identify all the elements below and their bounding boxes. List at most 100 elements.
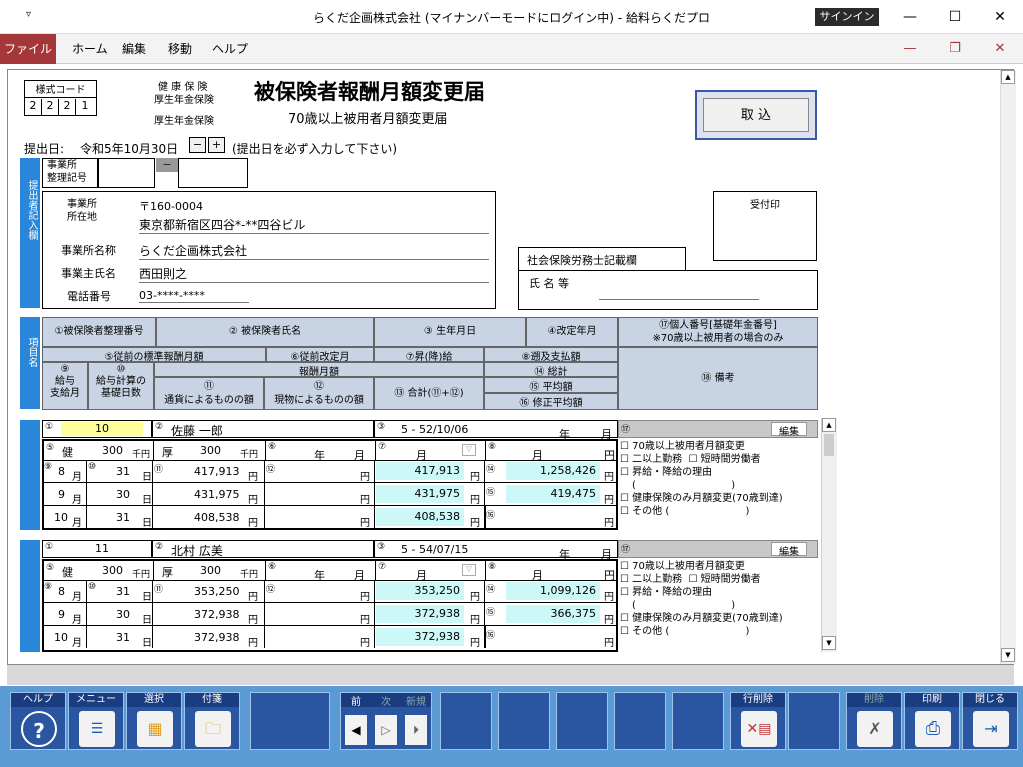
- menu-move[interactable]: 移動: [168, 34, 192, 64]
- menu-help[interactable]: ヘルプ: [212, 34, 248, 64]
- kind-yen-unit: 円: [360, 518, 370, 529]
- record-scroll-up-icon[interactable]: ▲: [822, 418, 836, 432]
- basic-days[interactable]: 31: [116, 465, 130, 478]
- office-number-field-1[interactable]: [98, 158, 155, 188]
- print-button[interactable]: 印刷 ⎙: [904, 692, 960, 750]
- menu-edit[interactable]: 編集: [122, 34, 146, 64]
- signin-button[interactable]: サインイン: [815, 8, 879, 26]
- sharoshi-name-field[interactable]: [599, 299, 759, 300]
- reason-field[interactable]: ( ): [620, 479, 818, 492]
- menu-file[interactable]: ファイル: [0, 34, 56, 64]
- pay-month[interactable]: 10: [54, 511, 68, 524]
- reason-field[interactable]: ( ): [620, 599, 818, 612]
- company-name-field[interactable]: らくだ企画株式会社: [139, 242, 489, 260]
- main-scroll-down-icon[interactable]: ▼: [1001, 648, 1015, 662]
- check-70-over[interactable]: ☐ 70歳以上被用者月額変更: [620, 440, 818, 453]
- mdi-restore-button[interactable]: ❐: [940, 34, 970, 64]
- close-button[interactable]: ✕: [980, 4, 1020, 30]
- office-number-field-2[interactable]: [178, 158, 248, 188]
- header-pay-month: ⑨ 給与 支給月: [42, 362, 88, 410]
- minimize-button[interactable]: —: [890, 4, 930, 30]
- cash-amount[interactable]: 372,938: [194, 608, 240, 621]
- main-scrollbar[interactable]: ▲ ▼: [1000, 70, 1016, 664]
- delete-button[interactable]: 削除 ✗: [846, 692, 902, 750]
- pay-row: ⑨ 8 月 ⑩ 31 日 ⑪ 353,250 円 ⑫ 円 353,250 円 ⑭…: [42, 580, 618, 603]
- date-increment-button[interactable]: +: [208, 137, 225, 153]
- record-no-field[interactable]: 10: [61, 422, 143, 436]
- pay-month-unit: 月: [72, 592, 82, 603]
- raise-dropdown-icon[interactable]: ▽: [462, 444, 476, 456]
- check-raise-reason[interactable]: ☐ 昇給・降給の理由: [620, 586, 818, 599]
- mdi-close-button[interactable]: ✕: [985, 34, 1015, 64]
- health-value[interactable]: 300: [102, 564, 123, 577]
- pay-month[interactable]: 9: [58, 488, 65, 501]
- edit-button[interactable]: 編集: [771, 422, 807, 438]
- prev-record-icon[interactable]: ◀: [345, 715, 367, 745]
- check-raise-reason[interactable]: ☐ 昇給・降給の理由: [620, 466, 818, 479]
- basic-days[interactable]: 31: [116, 585, 130, 598]
- menu-home[interactable]: ホーム: [72, 34, 108, 64]
- check-70-over[interactable]: ☐ 70歳以上被用者月額変更: [620, 560, 818, 573]
- pension-value[interactable]: 300: [200, 564, 221, 577]
- menu-button[interactable]: メニュー ☰: [68, 692, 124, 750]
- cell-divider: [86, 626, 87, 648]
- basic-days[interactable]: 31: [116, 511, 130, 524]
- pension-value[interactable]: 300: [200, 444, 221, 457]
- address-field[interactable]: 東京都新宿区四谷*-**四谷ビル: [139, 216, 489, 234]
- phone-field[interactable]: 03-****-****: [139, 289, 249, 303]
- record-birth-field[interactable]: 5 - 52/10/06: [401, 423, 468, 436]
- import-button[interactable]: 取 込: [703, 98, 809, 132]
- cash-amount[interactable]: 372,938: [194, 631, 240, 644]
- cash-amount[interactable]: 408,538: [194, 511, 240, 524]
- total-amount: 1,258,426: [506, 462, 600, 480]
- record-name-field[interactable]: 佐藤 一郎: [171, 422, 223, 439]
- main-scroll-up-icon[interactable]: ▲: [1001, 70, 1015, 84]
- record-birth-field[interactable]: 5 - 54/07/15: [401, 543, 468, 556]
- submit-date-label: 提出日:: [24, 142, 65, 156]
- check-multi-work[interactable]: ☐ 二以上勤務 ☐ 短時間労働者: [620, 453, 818, 466]
- pay-month[interactable]: 8: [58, 465, 65, 478]
- pay-month[interactable]: 10: [54, 631, 68, 644]
- header-personal-number: ⑰個人番号[基礎年金番号] ※70歳以上被用者の場合のみ: [618, 317, 818, 347]
- health-value[interactable]: 300: [102, 444, 123, 457]
- basic-days[interactable]: 30: [116, 608, 130, 621]
- record-no-field[interactable]: 11: [61, 542, 143, 556]
- delete-row-button[interactable]: 行削除 ✕▤: [730, 692, 786, 750]
- record-scrollbar[interactable]: ▲ ▼: [821, 418, 837, 652]
- record-scroll-thumb[interactable]: [824, 434, 834, 456]
- cash-yen-unit: 円: [248, 615, 258, 626]
- basic-days[interactable]: 30: [116, 488, 130, 501]
- toolbar-spacer: [440, 692, 492, 750]
- record-scroll-down-icon[interactable]: ▼: [822, 636, 836, 650]
- mdi-minimize-button[interactable]: —: [895, 34, 925, 64]
- next-record-icon[interactable]: ▷: [375, 715, 397, 745]
- check-multi-work[interactable]: ☐ 二以上勤務 ☐ 短時間労働者: [620, 573, 818, 586]
- tag-button[interactable]: 付箋 🗀: [184, 692, 240, 750]
- submit-date-field[interactable]: 令和5年10月30日: [80, 140, 178, 157]
- raise-dropdown-icon[interactable]: ▽: [462, 564, 476, 576]
- edit-button[interactable]: 編集: [771, 542, 807, 558]
- cash-amount[interactable]: 353,250: [194, 585, 240, 598]
- record-name-field[interactable]: 北村 広美: [171, 542, 223, 559]
- pay-row: 10 月 31 日 408,538 円 円 408,538 円 ⑯ 円: [42, 506, 618, 529]
- pay-month[interactable]: 8: [58, 585, 65, 598]
- check-health-only[interactable]: ☐ 健康保険のみ月額変更(70歳到達): [620, 612, 818, 625]
- basic-days[interactable]: 31: [116, 631, 130, 644]
- maximize-button[interactable]: ☐: [935, 4, 975, 30]
- circle-1-label: ①: [45, 422, 54, 432]
- check-health-only[interactable]: ☐ 健康保険のみ月額変更(70歳到達): [620, 492, 818, 505]
- select-button[interactable]: 選択 ▦: [126, 692, 182, 750]
- new-record-icon[interactable]: ⏵: [405, 715, 427, 745]
- owner-name-field[interactable]: 西田則之: [139, 265, 489, 283]
- check-other[interactable]: ☐ その他 ( ): [620, 625, 818, 638]
- cash-amount[interactable]: 431,975: [194, 488, 240, 501]
- check-other[interactable]: ☐ その他 ( ): [620, 505, 818, 518]
- close-form-button[interactable]: 閉じる ⇥: [962, 692, 1018, 750]
- pay-month[interactable]: 9: [58, 608, 65, 621]
- kind-yen-unit: 円: [360, 495, 370, 506]
- submitter-box: 事業所 所在地 〒160-0004 東京都新宿区四谷*-**四谷ビル 事業所名称…: [42, 191, 496, 309]
- cash-amount[interactable]: 417,913: [194, 465, 240, 478]
- date-decrement-button[interactable]: −: [189, 137, 206, 153]
- postal-code-field[interactable]: 〒160-0004: [139, 198, 203, 214]
- help-button[interactable]: ヘルプ ?: [10, 692, 66, 750]
